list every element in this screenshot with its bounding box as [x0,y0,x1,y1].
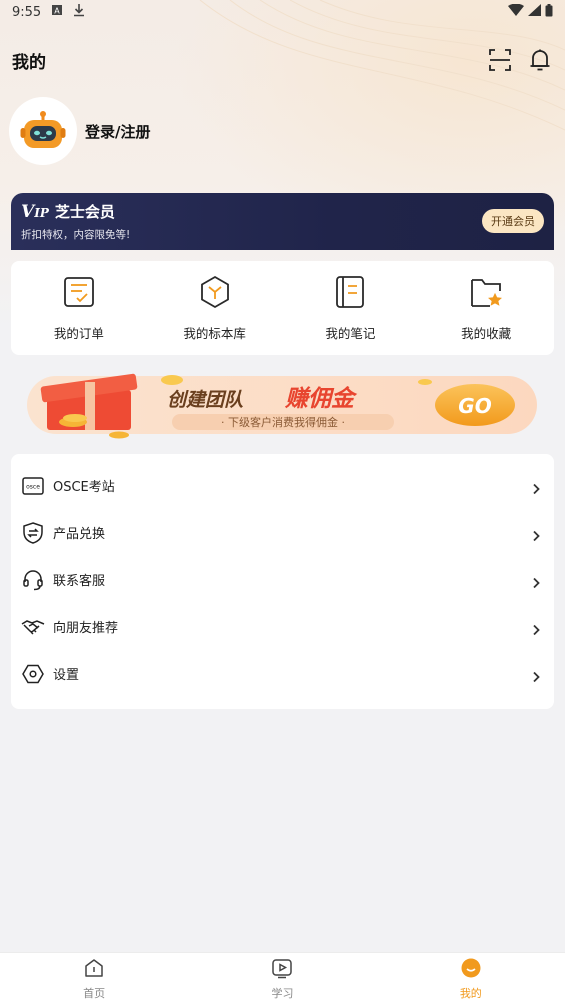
signal-icon [528,4,541,20]
chevron-right-icon [530,574,542,588]
me-icon [460,957,482,983]
svg-text:osce: osce [26,483,40,490]
chevron-right-icon [530,621,542,635]
status-time: 9:55 [12,4,42,20]
download-icon [73,3,85,21]
nav-label: 学习 [271,986,294,1000]
menu-item-label: OSCE考站 [53,480,115,495]
shortcut-orders[interactable]: 我的订单 [24,275,134,342]
menu-item-recommend[interactable]: 向朋友推荐 [11,603,554,650]
headset-icon [21,568,45,592]
menu-item-settings[interactable]: 设置 [11,650,554,697]
banner-subtitle: · 下级客户消费我得佣金 · [221,415,345,429]
shortcut-label: 我的标本库 [183,325,246,341]
shortcuts-panel: 我的订单 我的标本库 我的笔记 我的收藏 [11,261,554,355]
chevron-right-icon [530,527,542,541]
settings-icon [21,662,45,686]
menu-item-customer-service[interactable]: 联系客服 [11,556,554,603]
chevron-right-icon [530,480,542,494]
banner-title-part1: 创建团队 [167,389,244,411]
shield-exchange-icon [21,521,45,545]
banner-title-part2: 赚佣金 [284,385,358,412]
nav-label: 我的 [459,986,482,1000]
home-icon [83,957,105,983]
login-register-link[interactable]: 登录/注册 [85,121,150,142]
menu-item-exchange[interactable]: 产品兑换 [11,509,554,556]
osce-icon: osce [21,474,45,498]
notification-a-icon: A [51,4,63,20]
team-commission-banner[interactable]: 创建团队 赚佣金 · 下级客户消费我得佣金 · GO [27,368,537,440]
handshake-icon [21,615,45,639]
menu-item-label: 向朋友推荐 [53,621,119,636]
menu-item-osce[interactable]: osce OSCE考站 [11,462,554,509]
bottom-nav: 首页 学习 我的 [0,952,565,1004]
battery-icon [545,3,553,21]
shortcut-favorites[interactable]: 我的收藏 [431,275,541,342]
play-icon [271,957,293,983]
status-bar: 9:55 A [0,0,565,24]
shortcut-label: 我的笔记 [325,325,376,341]
shortcut-specimen-library[interactable]: 我的标本库 [160,275,270,342]
bell-icon[interactable] [527,47,553,73]
vip-title: 芝士会员 [54,203,115,221]
banner-go-label: GO [458,394,491,418]
shortcut-notes[interactable]: 我的笔记 [295,275,405,342]
vip-card[interactable]: VIP 芝士会员 折扣特权，内容限免等! 开通会员 [11,193,554,250]
wifi-icon [508,3,524,20]
shortcut-label: 我的订单 [53,325,104,341]
menu-item-label: 产品兑换 [53,527,106,542]
notebook-icon [333,275,367,313]
page-title: 我的 [12,52,46,73]
menu-item-label: 设置 [53,668,80,683]
settings-menu: osce OSCE考站 产品兑换 联系客服 向朋友推荐 设置 [11,454,554,709]
page-header: 我的 [12,44,553,76]
chevron-right-icon [530,668,542,682]
folder-star-icon [469,275,503,313]
avatar[interactable] [11,99,75,163]
scan-icon[interactable] [487,47,513,73]
nav-item-me[interactable]: 我的 [377,953,565,1004]
nav-label: 首页 [83,986,106,1000]
menu-item-label: 联系客服 [53,574,106,589]
vip-subtitle: 折扣特权，内容限免等! [21,229,131,241]
shortcut-label: 我的收藏 [461,325,512,341]
svg-text:A: A [54,7,60,16]
nav-item-study[interactable]: 学习 [188,953,376,1004]
vip-logo: VIP [21,201,49,222]
cube-icon [198,275,232,313]
open-vip-button[interactable]: 开通会员 [482,209,544,233]
profile-section[interactable]: 登录/注册 [11,99,150,163]
nav-item-home[interactable]: 首页 [0,953,188,1004]
order-icon [62,275,96,313]
